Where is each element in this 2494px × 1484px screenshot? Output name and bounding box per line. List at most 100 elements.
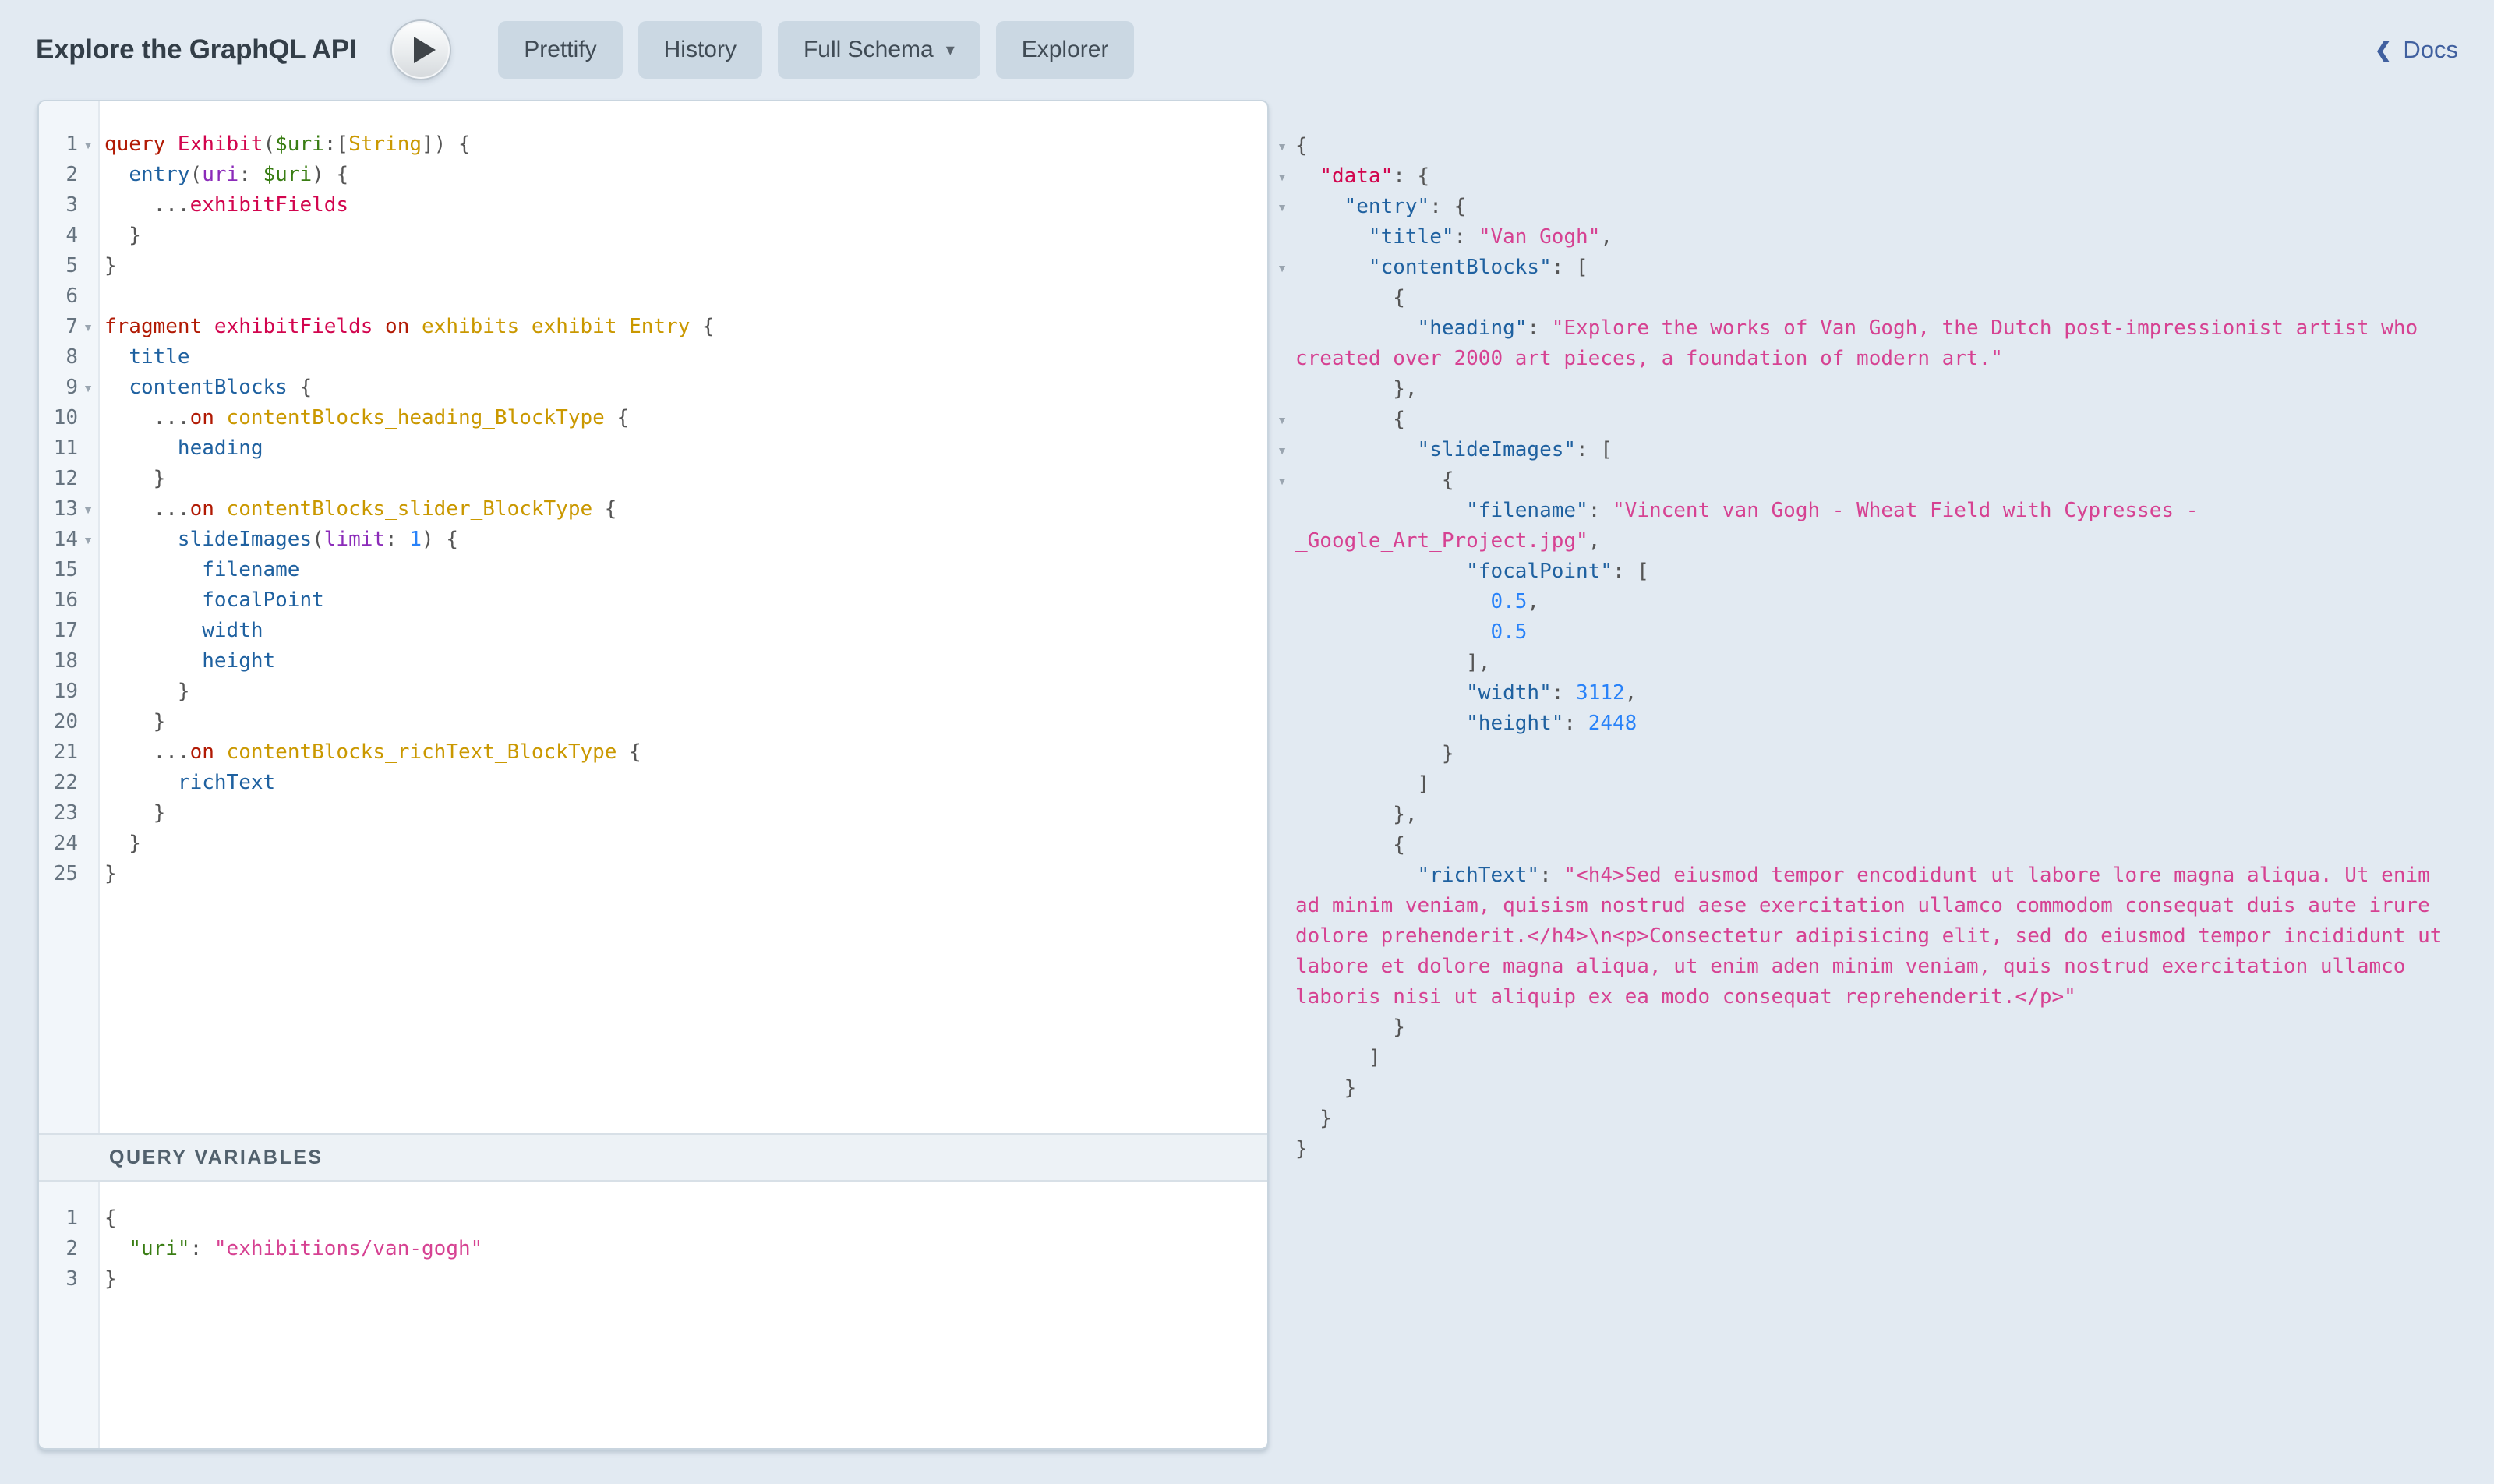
code-text: "richText": "<h4>Sed eiusmod tempor enco… <box>1292 860 2430 891</box>
code-text: fragment exhibitFields on exhibits_exhib… <box>98 312 715 342</box>
code-text: } <box>98 251 117 281</box>
fold-gutter-spacer <box>1272 1073 1292 1104</box>
code-text: dolore prehenderit.</h4>\n<p>Consectetur… <box>1292 921 2442 952</box>
code-line: 7▼fragment exhibitFields on exhibits_exh… <box>39 312 1267 342</box>
fold-arrow-icon[interactable]: ▼ <box>1272 465 1292 496</box>
code-text: contentBlocks { <box>98 373 312 403</box>
code-line: 22 richText <box>39 768 1267 798</box>
code-line: 24 } <box>39 829 1267 859</box>
fold-arrow-icon[interactable]: ▼ <box>1272 192 1292 222</box>
code-text: } <box>98 677 190 707</box>
code-text: } <box>98 464 165 494</box>
fold-arrow-icon[interactable]: ▼ <box>78 129 98 160</box>
execute-query-button[interactable] <box>392 21 450 79</box>
code-text: filename <box>98 555 299 585</box>
line-number: 8 <box>39 342 78 373</box>
code-line: ▼ "data": { <box>1272 161 2494 192</box>
code-line: ▼ "entry": { <box>1272 192 2494 222</box>
fold-gutter-spacer <box>78 1234 98 1264</box>
fold-arrow-icon[interactable]: ▼ <box>1272 131 1292 161</box>
code-line: 2 "uri": "exhibitions/van-gogh" <box>39 1234 1267 1264</box>
fold-gutter-spacer <box>1272 1104 1292 1134</box>
code-text: heading <box>98 433 263 464</box>
line-number: 17 <box>39 616 78 646</box>
line-number: 3 <box>39 190 78 221</box>
fold-arrow-icon[interactable]: ▼ <box>1272 405 1292 435</box>
code-text: { <box>1292 283 1405 313</box>
code-text: query Exhibit($uri:[String]) { <box>98 129 471 160</box>
fold-gutter-spacer <box>78 342 98 373</box>
line-number: 3 <box>39 1264 78 1295</box>
query-variables-title: QUERY VARIABLES <box>109 1147 323 1169</box>
fold-arrow-icon[interactable]: ▼ <box>78 494 98 525</box>
code-text: "width": 3112, <box>1292 678 1637 708</box>
code-text: "contentBlocks": [ <box>1292 253 1588 283</box>
fold-gutter-spacer <box>78 464 98 494</box>
fold-gutter-spacer <box>78 281 98 312</box>
code-line: 10 ...on contentBlocks_heading_BlockType… <box>39 403 1267 433</box>
code-text: ] <box>1292 769 1429 800</box>
code-line: "filename": "Vincent_van_Gogh_-_Wheat_Fi… <box>1272 496 2494 526</box>
fold-gutter-spacer <box>1272 313 1292 344</box>
query-editor[interactable]: 1▼query Exhibit($uri:[String]) {2 entry(… <box>39 101 1267 1133</box>
code-line: 11 heading <box>39 433 1267 464</box>
code-line: 3} <box>39 1264 1267 1295</box>
fold-gutter-spacer <box>78 768 98 798</box>
explorer-button[interactable]: Explorer <box>996 21 1135 79</box>
code-text: "entry": { <box>1292 192 1466 222</box>
variables-editor[interactable]: 1{2 "uri": "exhibitions/van-gogh"3} <box>39 1182 1267 1448</box>
code-text: } <box>98 829 141 859</box>
query-variables-header[interactable]: QUERY VARIABLES <box>39 1133 1267 1182</box>
docs-link[interactable]: ❮ Docs <box>2375 36 2458 64</box>
fold-arrow-icon[interactable]: ▼ <box>78 373 98 403</box>
fold-arrow-icon[interactable]: ▼ <box>1272 435 1292 465</box>
code-text: created over 2000 art pieces, a foundati… <box>1292 344 2003 374</box>
fold-gutter-spacer <box>1272 739 1292 769</box>
code-line: } <box>1272 1134 2494 1164</box>
code-text: "height": 2448 <box>1292 708 1637 739</box>
result-viewer[interactable]: ▼{▼ "data": {▼ "entry": { "title": "Van … <box>1272 100 2494 1164</box>
fold-gutter-spacer <box>1272 830 1292 860</box>
code-text: ...on contentBlocks_heading_BlockType { <box>98 403 629 433</box>
fold-gutter-spacer <box>78 251 98 281</box>
schema-select-button[interactable]: Full Schema ▾ <box>778 21 980 79</box>
fold-arrow-icon[interactable]: ▼ <box>1272 161 1292 192</box>
line-number: 19 <box>39 677 78 707</box>
fold-gutter-spacer <box>78 646 98 677</box>
code-text: 0.5 <box>1292 617 1527 648</box>
fold-arrow-icon[interactable]: ▼ <box>78 525 98 555</box>
fold-gutter-spacer <box>1272 952 1292 982</box>
fold-gutter-spacer <box>78 221 98 251</box>
fold-gutter-spacer <box>78 403 98 433</box>
fold-gutter-spacer <box>78 555 98 585</box>
code-text: ...on contentBlocks_slider_BlockType { <box>98 494 616 525</box>
code-line: 9▼ contentBlocks { <box>39 373 1267 403</box>
code-line: "heading": "Explore the works of Van Gog… <box>1272 313 2494 344</box>
fold-gutter-spacer <box>1272 556 1292 587</box>
code-line: 23 } <box>39 798 1267 829</box>
code-line: 3 ...exhibitFields <box>39 190 1267 221</box>
code-text: focalPoint <box>98 585 324 616</box>
prettify-button[interactable]: Prettify <box>498 21 622 79</box>
editor-panel: 1▼query Exhibit($uri:[String]) {2 entry(… <box>37 100 1269 1450</box>
fold-gutter-spacer <box>78 160 98 190</box>
code-text: } <box>1292 1104 1332 1134</box>
docs-label: Docs <box>2403 36 2458 64</box>
code-line: } <box>1272 739 2494 769</box>
code-line: 16 focalPoint <box>39 585 1267 616</box>
code-line: 20 } <box>39 707 1267 737</box>
fold-arrow-icon[interactable]: ▼ <box>78 312 98 342</box>
line-number: 2 <box>39 1234 78 1264</box>
code-text: { <box>1292 465 1454 496</box>
line-number: 1 <box>39 1203 78 1234</box>
code-line: } <box>1272 1104 2494 1134</box>
fold-arrow-icon[interactable]: ▼ <box>1272 253 1292 283</box>
schema-label: Full Schema <box>804 37 934 63</box>
code-line: "height": 2448 <box>1272 708 2494 739</box>
code-line: ▼{ <box>1272 131 2494 161</box>
fold-gutter-spacer <box>78 829 98 859</box>
line-number: 23 <box>39 798 78 829</box>
history-button[interactable]: History <box>638 21 762 79</box>
fold-gutter-spacer <box>1272 283 1292 313</box>
fold-gutter-spacer <box>78 707 98 737</box>
